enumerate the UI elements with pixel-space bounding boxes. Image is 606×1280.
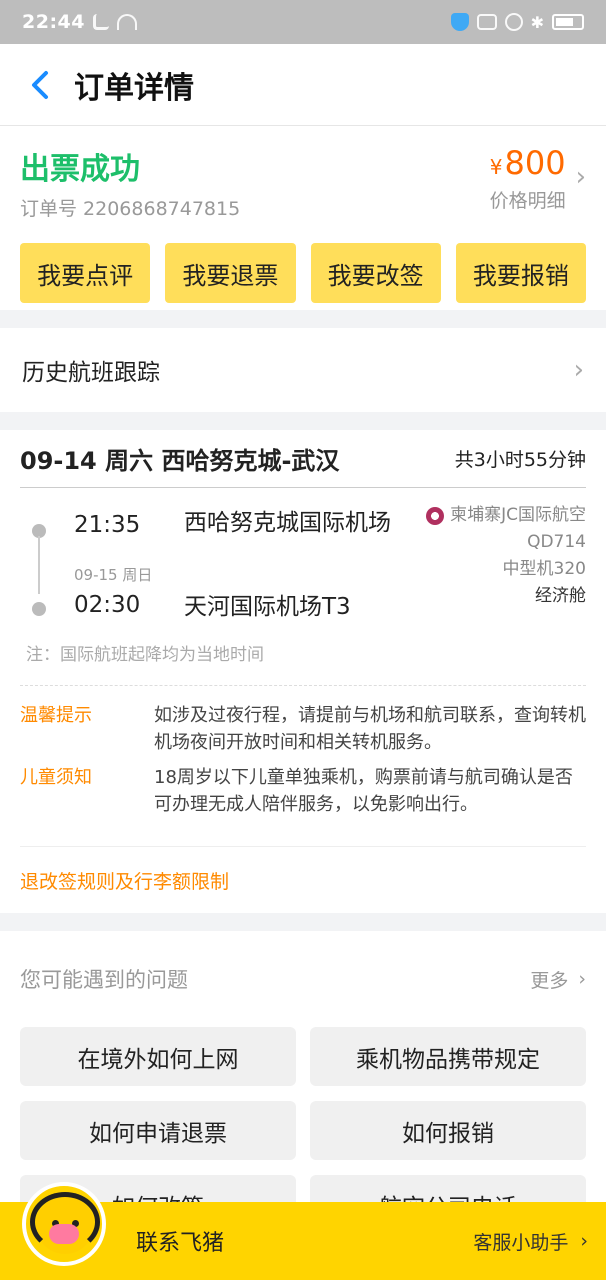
chevron-right-icon: › (573, 355, 584, 385)
flight-duration: 共3小时55分钟 (454, 449, 586, 471)
tips-section: 温馨提示 如涉及过夜行程，请提前与机场和航司联系，查询转机机场夜间开放时间和相关… (20, 686, 586, 847)
chevron-right-icon: › (575, 162, 586, 192)
rules-link[interactable]: 退改签规则及行李额限制 (20, 847, 586, 913)
airline-logo-icon (426, 506, 445, 525)
airline-info: 柬埔寨JC国际航空 QD714 中型机320 经济舱 (426, 502, 586, 610)
departure-time: 21:35 (74, 512, 141, 538)
tip-item: 温馨提示 如涉及过夜行程，请提前与机场和航司联系，查询转机机场夜间开放时间和相关… (20, 702, 586, 756)
faq-item[interactable]: 如何申请退票 (20, 1101, 296, 1160)
ticket-status: 出票成功 (20, 152, 140, 187)
status-bar: 22:44 ✱ (0, 0, 606, 44)
tip-label: 温馨提示 (20, 705, 92, 726)
reimburse-button[interactable]: 我要报销 (455, 243, 586, 303)
flight-timeline: 21:35 西哈努克城国际机场 09-15 周日 02:30 天河国际机场T3 … (20, 488, 586, 628)
local-time-note: 注：国际航班起降均为当地时间 (20, 628, 586, 686)
tip-label: 儿童须知 (20, 767, 92, 788)
change-ticket-button[interactable]: 我要改签 (310, 243, 441, 303)
shield-icon (450, 13, 469, 31)
arrival-dot (32, 602, 46, 616)
arrival-time: 02:30 (74, 592, 141, 618)
price-detail-label: 价格明细 (489, 190, 566, 212)
arrival-date: 09-15 周日 (74, 566, 153, 584)
price-detail-link[interactable]: ¥800 价格明细 › (490, 144, 586, 221)
nav-bar: 订单详情 (0, 44, 606, 126)
bluetooth-icon: ✱ (530, 12, 544, 32)
faq-section: 您可能遇到的问题 更多 › 在境外如何上网 乘机物品携带规定 如何申请退票 如何报… (0, 931, 606, 1234)
page-title: 订单详情 (74, 70, 194, 106)
back-button[interactable] (20, 65, 60, 105)
price: ¥800 (489, 144, 566, 182)
order-actions: 我要点评 我要退票 我要改签 我要报销 (20, 243, 586, 303)
history-label: 历史航班跟踪 (22, 360, 160, 386)
faq-item[interactable]: 乘机物品携带规定 (310, 1027, 586, 1086)
tip-item: 儿童须知 18周岁以下儿童单独乘机，购票前请与航司确认是否可办理无成人陪伴服务，… (20, 764, 586, 818)
tip-text: 如涉及过夜行程，请提前与机场和航司联系，查询转机机场夜间开放时间和相关转机服务。 (154, 705, 586, 753)
faq-more-link[interactable]: 更多 › (530, 966, 586, 993)
review-button[interactable]: 我要点评 (20, 243, 151, 303)
timeline-line (38, 536, 40, 594)
customer-service-link[interactable]: 客服小助手 › (473, 1228, 588, 1255)
chevron-right-icon: › (580, 1230, 588, 1252)
arrival-airport: 天河国际机场T3 (184, 594, 351, 620)
cabin-class: 经济舱 (535, 586, 586, 606)
tip-text: 18周岁以下儿童单独乘机，购票前请与航司确认是否可办理无成人陪伴服务，以免影响出… (154, 767, 573, 815)
airline-name: 柬埔寨JC国际航空 (450, 505, 586, 525)
status-time: 22:44 (22, 11, 85, 33)
faq-title: 您可能遇到的问题 (20, 968, 188, 992)
order-number: 订单号 2206868747815 (20, 198, 241, 220)
order-status-card: 出票成功 订单号 2206868747815 ¥800 价格明细 › 我要点评 … (0, 126, 606, 310)
faq-item[interactable]: 如何报销 (310, 1101, 586, 1160)
lock-rotation-icon (504, 13, 523, 31)
battery-icon (552, 14, 584, 30)
flight-card: 09-14 周六 西哈努克城-武汉 共3小时55分钟 21:35 西哈努克城国际… (0, 430, 606, 913)
departure-airport: 西哈努克城国际机场 (184, 510, 391, 536)
chevron-right-icon: › (578, 968, 586, 990)
faq-item[interactable]: 在境外如何上网 (20, 1027, 296, 1086)
chevron-left-icon (32, 70, 48, 99)
aircraft-type: 中型机320 (502, 559, 586, 579)
pig-mascot-icon (22, 1182, 106, 1266)
contact-fliggy-label[interactable]: 联系飞猪 (136, 1225, 224, 1257)
history-flight-tracking[interactable]: 历史航班跟踪 › (0, 328, 606, 412)
wifi-icon (116, 14, 137, 30)
bottom-contact-bar[interactable]: 联系飞猪 客服小助手 › (0, 1182, 606, 1280)
flight-route: 09-14 周六 西哈努克城-武汉 (20, 447, 340, 475)
vibrate-icon (476, 14, 497, 30)
refund-button[interactable]: 我要退票 (165, 243, 296, 303)
signal-icon (92, 14, 109, 30)
flight-number: QD714 (527, 532, 586, 552)
